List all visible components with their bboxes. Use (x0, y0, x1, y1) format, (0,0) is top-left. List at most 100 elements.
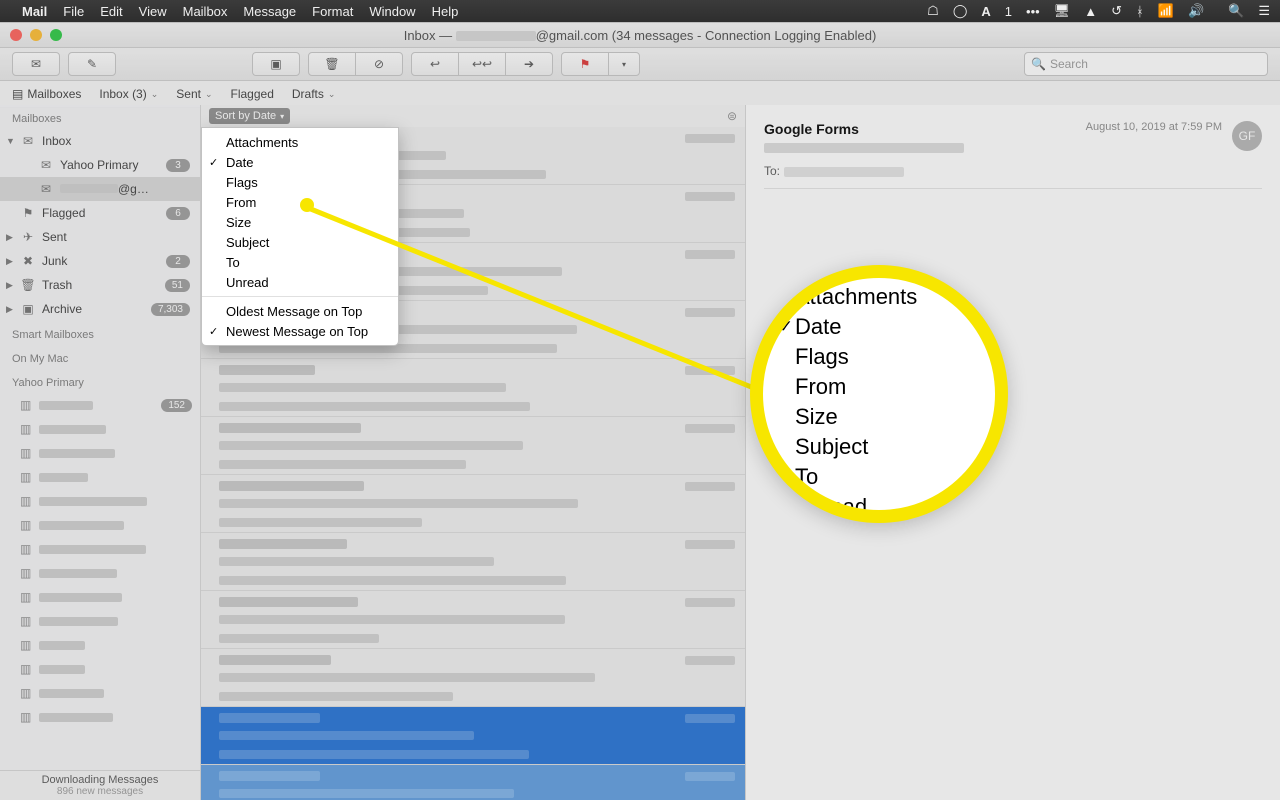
chevron-down-icon: ▾ (280, 112, 284, 121)
sort-menu-item-to[interactable]: To (202, 252, 398, 272)
archive-button[interactable]: ▣ (252, 52, 300, 76)
sidebar-folder-item[interactable]: ▥ (0, 585, 200, 609)
sidebar-header-yahoo: Yahoo Primary (0, 369, 200, 393)
message-row[interactable] (201, 649, 745, 707)
favorites-flagged[interactable]: Flagged (231, 87, 274, 101)
volume-icon[interactable]: 🔊 (1188, 3, 1204, 19)
app-menu[interactable]: Mail (22, 4, 47, 19)
junk-button[interactable]: ⊘ (355, 52, 403, 76)
menu-file[interactable]: File (63, 4, 84, 19)
sidebar-folder-item[interactable]: ▥152 (0, 393, 200, 417)
sidebar-folder-item[interactable]: ▥ (0, 537, 200, 561)
menu-view[interactable]: View (139, 4, 167, 19)
menu-message[interactable]: Message (243, 4, 296, 19)
spotlight-icon[interactable]: 🔍 (1228, 3, 1244, 19)
menu-edit[interactable]: Edit (100, 4, 122, 19)
flag-button[interactable]: ⚑ (561, 52, 609, 76)
menu-format[interactable]: Format (312, 4, 353, 19)
sort-menu-item-unread[interactable]: Unread (202, 272, 398, 292)
sidebar-item-inbox[interactable]: ▼ ✉︎ Inbox (0, 129, 200, 153)
zoom-window[interactable] (50, 29, 62, 41)
message-row[interactable] (201, 533, 745, 591)
delete-junk-group: 🗑 ⊘ (308, 52, 403, 76)
sidebar: Mailboxes ▼ ✉︎ Inbox ✉︎ Yahoo Primary 3 … (0, 105, 201, 800)
favorites-inbox[interactable]: Inbox (3)⌄ (99, 87, 158, 101)
sidebar-item-trash[interactable]: ▶ 🗑 Trash 51 (0, 273, 200, 297)
sidebar-item-archive[interactable]: ▶ ▣ Archive 7,303 (0, 297, 200, 321)
disclosure-icon[interactable]: ▶ (6, 232, 13, 243)
sort-order-item[interactable]: Oldest Message on Top (202, 301, 398, 321)
sort-menu-item-flags[interactable]: Flags (202, 172, 398, 192)
display-icon[interactable]: 🖥 (1054, 3, 1071, 19)
sidebar-folder-item[interactable]: ▥ (0, 441, 200, 465)
menu-mailbox[interactable]: Mailbox (183, 4, 228, 19)
disclosure-icon[interactable]: ▶ (6, 304, 13, 315)
dropbox-icon[interactable]: ☖ (927, 3, 939, 19)
disclosure-icon[interactable]: ▼ (6, 136, 15, 146)
compose-icon: ✎ (87, 57, 97, 71)
sidebar-item-junk[interactable]: ▶ ✖︎ Junk 2 (0, 249, 200, 273)
sidebar-header-onmymac: On My Mac (0, 345, 200, 369)
creative-cloud-icon[interactable]: ◯ (953, 3, 968, 19)
one-label[interactable]: 1 (1005, 4, 1012, 19)
menu-window[interactable]: Window (369, 4, 415, 19)
sidebar-item-sent[interactable]: ▶ ✈︎ Sent (0, 225, 200, 249)
disclosure-icon[interactable]: ▶ (6, 256, 13, 267)
message-row[interactable] (201, 475, 745, 533)
menu-help[interactable]: Help (432, 4, 459, 19)
message-row[interactable] (201, 417, 745, 475)
message-row[interactable] (201, 765, 745, 800)
list-settings-icon[interactable]: ⊜ (727, 109, 737, 123)
adobe-icon[interactable]: A (981, 4, 990, 19)
sidebar-folder-item[interactable]: ▥ (0, 417, 200, 441)
message-row[interactable] (201, 591, 745, 649)
flag-icon: ⚑ (20, 206, 36, 220)
favorites-sent[interactable]: Sent⌄ (176, 87, 212, 101)
reply-all-button[interactable]: ↩︎↩︎ (458, 52, 506, 76)
sort-order-item[interactable]: ✓Newest Message on Top (202, 321, 398, 341)
minimize-window[interactable] (30, 29, 42, 41)
message-list: Sort by Date ▾ ⊜ Attachments✓DateFlagsFr… (201, 105, 746, 800)
notification-center-icon[interactable]: ☰ (1258, 3, 1270, 19)
sidebar-folder-item[interactable]: ▥ (0, 561, 200, 585)
sort-by-button[interactable]: Sort by Date ▾ (209, 108, 290, 124)
reply-button[interactable]: ↩︎ (411, 52, 459, 76)
disclosure-icon[interactable]: ▶ (6, 280, 13, 291)
sidebar-item-flagged[interactable]: ⚑ Flagged 6 (0, 201, 200, 225)
magnifier-item: From (777, 372, 917, 402)
close-window[interactable] (10, 29, 22, 41)
preview-date: August 10, 2019 at 7:59 PM (1086, 121, 1222, 133)
reply-all-icon: ↩︎↩︎ (472, 57, 492, 71)
flag-menu-button[interactable]: ▾ (608, 52, 640, 76)
count-badge: 152 (161, 399, 192, 412)
sort-menu-item-date[interactable]: ✓Date (202, 152, 398, 172)
favorites-mailboxes[interactable]: ▤Mailboxes (12, 87, 81, 101)
wifi-icon[interactable]: 📶 (1158, 3, 1174, 19)
sidebar-header-mailboxes: Mailboxes (0, 105, 200, 129)
message-row[interactable] (201, 359, 745, 417)
message-row[interactable] (201, 707, 745, 765)
sidebar-folder-item[interactable]: ▥ (0, 633, 200, 657)
sidebar-folder-item[interactable]: ▥ (0, 705, 200, 729)
forward-button[interactable]: ➔ (505, 52, 553, 76)
sidebar-item-gmail[interactable]: ✉︎ @g… (0, 177, 200, 201)
compose-button[interactable]: ✎ (68, 52, 116, 76)
favorites-drafts[interactable]: Drafts⌄ (292, 87, 336, 101)
sidebar-folder-item[interactable]: ▥ (0, 609, 200, 633)
sidebar-folder-item[interactable]: ▥ (0, 657, 200, 681)
status-line: Downloading Messages 896 new messages (0, 770, 200, 800)
bluetooth-icon[interactable]: ᚼ (1136, 4, 1144, 19)
sidebar-folder-item[interactable]: ▥ (0, 513, 200, 537)
mail-window: Inbox — @gmail.com (34 messages - Connec… (0, 22, 1280, 800)
sidebar-folder-item[interactable]: ▥ (0, 465, 200, 489)
airplay-icon[interactable]: ▲ (1084, 4, 1097, 19)
sidebar-folder-item[interactable]: ▥ (0, 681, 200, 705)
sort-menu-item-attachments[interactable]: Attachments (202, 132, 398, 152)
sidebar-item-yahoo-primary[interactable]: ✉︎ Yahoo Primary 3 (0, 153, 200, 177)
timemachine-icon[interactable]: ↺ (1111, 3, 1122, 19)
sidebar-folder-item[interactable]: ▥ (0, 489, 200, 513)
get-mail-button[interactable]: ✉︎ (12, 52, 60, 76)
more-icon[interactable]: ••• (1026, 4, 1040, 19)
delete-button[interactable]: 🗑 (308, 52, 356, 76)
search-input[interactable]: 🔍 Search (1024, 52, 1268, 76)
